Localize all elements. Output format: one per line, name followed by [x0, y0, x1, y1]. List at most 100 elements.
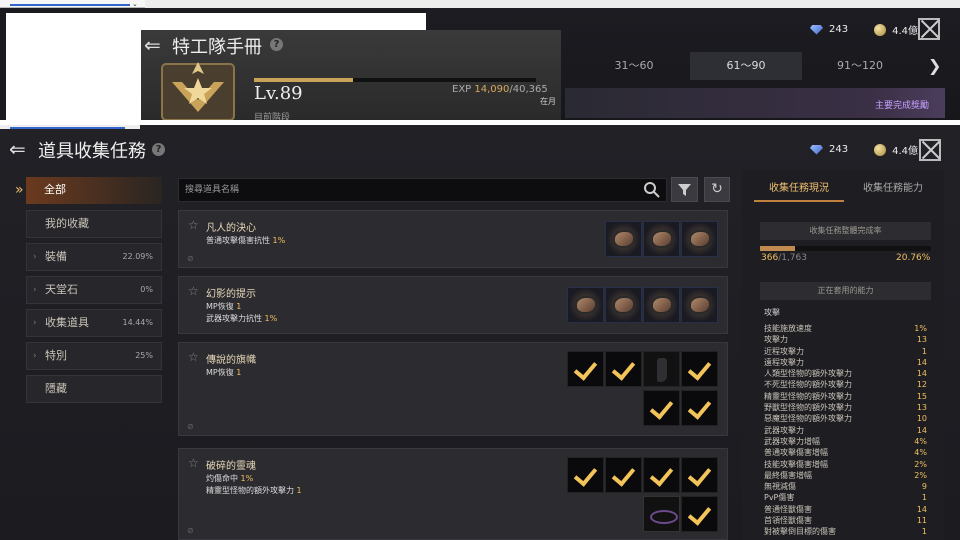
refresh-button[interactable]: ↻ [704, 177, 730, 202]
chevron-down-icon[interactable]: ⌄ [132, 0, 138, 8]
sidebar-item-equipment[interactable]: › 裝備 22.09% [26, 243, 162, 271]
completed-slot-check-icon[interactable] [567, 351, 604, 387]
sidebar-item-label: 天堂石 [45, 283, 78, 296]
sidebar-item-label: 我的收藏 [45, 217, 89, 230]
star-icon[interactable]: ☆ [188, 218, 199, 232]
stat-value: 14 [916, 357, 927, 367]
sidebar-item-label: 特別 [45, 349, 67, 362]
quest-card[interactable]: ☆ 凡人的決心 普通攻擊傷害抗性 1% ⊘ [178, 210, 728, 268]
coin-count: 4.4億 [892, 26, 918, 37]
tab-collection-ability[interactable]: 收集任務能力 [848, 178, 938, 202]
back-arrow-icon[interactable]: ⇐ [144, 34, 166, 56]
item-slot-whip[interactable] [643, 496, 680, 532]
stat-value: 10 [916, 414, 927, 424]
completed-slot-check-icon[interactable] [643, 457, 680, 493]
tab-range-61-90[interactable]: 61～90 [690, 52, 802, 80]
item-slot[interactable] [605, 221, 642, 257]
completed-slot-check-icon[interactable] [605, 457, 642, 493]
stage-label: 在月 [540, 97, 556, 106]
tab-collection-status[interactable]: 收集任務現況 [754, 178, 844, 202]
stat-name: 技能施放速度 [764, 324, 812, 333]
stat-row: 最終傷害增幅 2% [764, 470, 927, 481]
diamond-icon [810, 24, 823, 35]
stat-row: 武器攻擊力 14 [764, 425, 927, 436]
stat-row: 首領怪獸傷害 11 [764, 515, 927, 526]
completed-slot-check-icon[interactable] [567, 457, 604, 493]
chevron-right-icon: › [33, 318, 37, 328]
link-icon[interactable]: ⊘ [187, 526, 194, 535]
stat-value: 2% [914, 470, 927, 480]
filter-icon [678, 184, 691, 196]
quest-card[interactable]: ☆ 幻影的提示 MP恢復 1 武器攻擊力抗性 1% [178, 276, 728, 334]
double-chevron-icon: » [15, 182, 24, 198]
stat-name: 野獸型怪物的額外攻擊力 [764, 403, 852, 413]
quest-effect: 普通攻擊傷害抗性 1% [206, 236, 286, 245]
quest-card[interactable]: ☆ 破碎的靈魂 灼傷命中 1% 精靈型怪物的額外攻擊力 1 ⊘ [178, 448, 728, 540]
stat-value: 14 [916, 369, 927, 379]
ability-category: 攻擊 [764, 308, 780, 317]
sidebar-item-collection[interactable]: › 收集道具 14.44% [26, 309, 162, 337]
quest-card[interactable]: ☆ 傳說的旗幟 MP恢復 1 ⊘ [178, 342, 728, 436]
completion-header: 收集任務整體完成率 [760, 222, 931, 240]
stat-value: 1% [914, 324, 927, 333]
stat-value: 9 [921, 482, 927, 492]
window-tab[interactable] [0, 125, 140, 129]
filter-button[interactable] [671, 177, 698, 202]
item-slot[interactable] [567, 287, 604, 323]
window-tab[interactable]: ⌄ [0, 0, 145, 8]
gem-count: 243 [829, 144, 849, 155]
sidebar-item-hidden[interactable]: 隱藏 [26, 375, 162, 403]
tab-range-31-60[interactable]: 31～60 [578, 52, 690, 80]
completed-slot-check-icon[interactable] [681, 351, 718, 387]
level-text: Lv.89 [254, 83, 303, 104]
close-icon[interactable] [919, 139, 941, 161]
reward-banner-text[interactable]: 主要完成獎勵 [875, 98, 929, 111]
close-icon[interactable] [918, 18, 940, 40]
stat-value: 13 [916, 403, 927, 413]
completed-slot-check-icon[interactable] [681, 390, 718, 426]
search-icon[interactable] [643, 181, 661, 199]
search-input[interactable]: 搜尋道具名稱 [178, 178, 667, 202]
stat-row: 不死型怪物的額外攻擊力 12 [764, 379, 927, 390]
item-slot[interactable] [681, 221, 718, 257]
help-icon[interactable]: ? [152, 143, 165, 156]
quest-name: 破碎的靈魂 [206, 461, 256, 472]
stat-name: 精靈型怪物的額外攻擊力 [764, 391, 852, 401]
sidebar-item-all[interactable]: 全部 [26, 177, 162, 204]
stat-name: 普通怪獸傷害 [764, 504, 812, 514]
chevron-right-icon: › [33, 351, 37, 361]
back-arrow-icon[interactable]: ⇐ [9, 138, 33, 160]
star-icon[interactable]: ☆ [188, 456, 199, 470]
item-slot-boots[interactable] [643, 351, 680, 387]
quest-effect: 精靈型怪物的額外攻擊力 1 [206, 486, 302, 495]
item-slot[interactable] [643, 221, 680, 257]
completed-slot-check-icon[interactable] [681, 496, 718, 532]
item-slot[interactable] [681, 287, 718, 323]
sidebar-item-label: 收集道具 [45, 316, 89, 329]
stat-value: 4% [914, 448, 927, 458]
sidebar-item-favorites[interactable]: 我的收藏 [26, 210, 162, 238]
item-slot[interactable] [643, 287, 680, 323]
stat-value: 4% [914, 436, 927, 446]
star-icon[interactable]: ☆ [188, 350, 199, 364]
link-icon[interactable]: ⊘ [187, 254, 194, 263]
item-slot[interactable] [605, 287, 642, 323]
help-icon[interactable]: ? [270, 38, 283, 51]
sidebar-item-heavenstone[interactable]: › 天堂石 0% [26, 276, 162, 304]
chevron-right-icon[interactable]: ❯ [928, 56, 941, 75]
refresh-icon: ↻ [711, 181, 723, 197]
completed-slot-check-icon[interactable] [643, 390, 680, 426]
completed-slot-check-icon[interactable] [681, 457, 718, 493]
stat-name: 普通攻擊傷害增幅 [764, 448, 828, 458]
stat-row: 精靈型怪物的額外攻擊力 15 [764, 391, 927, 402]
sidebar-item-special[interactable]: › 特別 25% [26, 342, 162, 370]
tab-range-91-120[interactable]: 91～120 [804, 52, 916, 80]
exp-text: EXP 14,090/40,365 [452, 84, 548, 95]
star-icon[interactable]: ☆ [188, 284, 199, 298]
stat-value: 2% [914, 459, 927, 469]
link-icon[interactable]: ⊘ [187, 422, 194, 431]
completed-slot-check-icon[interactable] [605, 351, 642, 387]
stat-row: 無視減傷 9 [764, 481, 927, 492]
stat-name: 不死型怪物的額外攻擊力 [764, 380, 852, 390]
stat-row: 近程攻擊力 1 [764, 346, 927, 357]
